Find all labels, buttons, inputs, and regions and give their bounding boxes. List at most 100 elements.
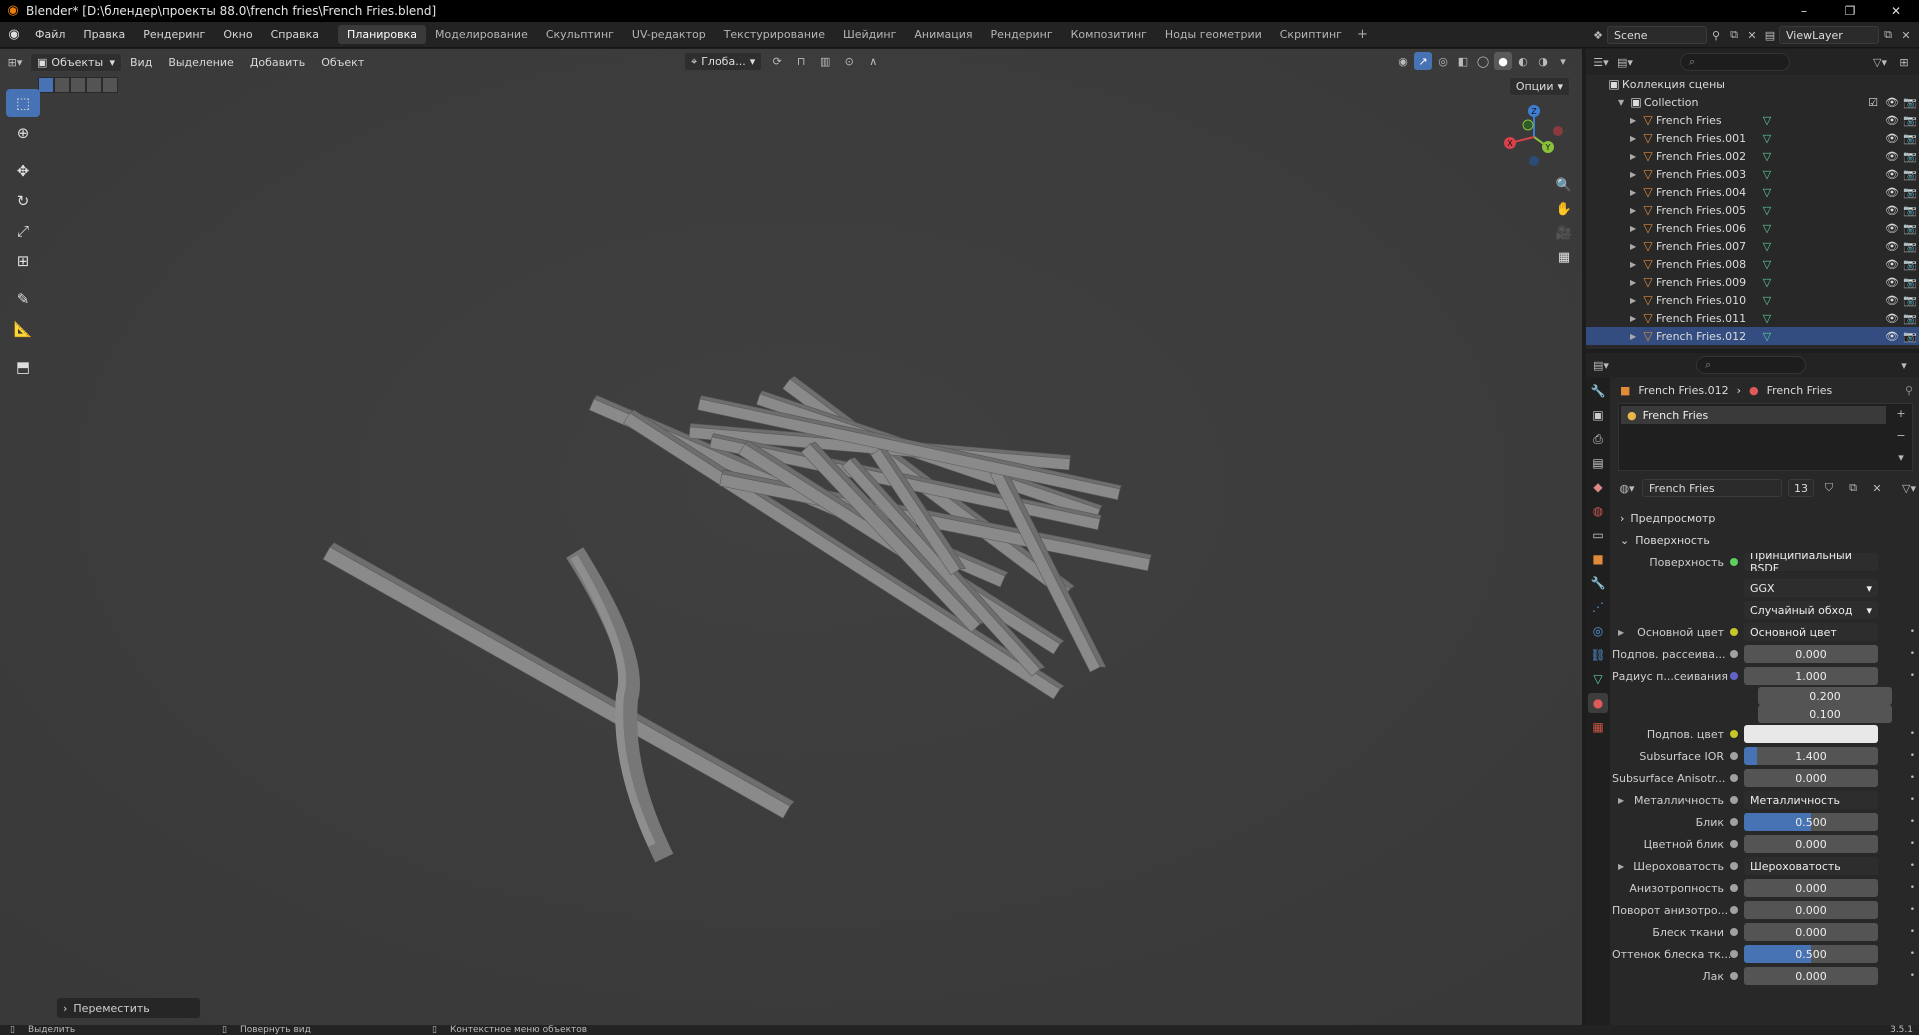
number-field[interactable]: 0.000 — [1744, 879, 1878, 897]
input-socket-icon[interactable] — [1730, 650, 1738, 658]
wireframe-shading-icon[interactable]: ◯ — [1474, 52, 1492, 70]
tab-texture-paint[interactable]: Текстурирование — [715, 25, 834, 44]
gizmo-toggle-icon[interactable]: ↗ — [1414, 52, 1432, 70]
eye-icon[interactable]: 👁 — [1885, 114, 1899, 127]
select-subtract-icon[interactable] — [70, 77, 86, 93]
animate-dot-icon[interactable]: • — [1910, 839, 1915, 849]
world-tab-icon[interactable]: ◍ — [1588, 501, 1608, 521]
pin-icon[interactable]: ⚲ — [1707, 26, 1725, 44]
number-field[interactable]: 0.000 — [1744, 769, 1878, 787]
number-field[interactable]: 0.000 — [1744, 645, 1878, 663]
tab-shading[interactable]: Шейдинг — [834, 25, 905, 44]
select-box-tool-icon[interactable]: ⬚ — [6, 89, 40, 117]
viewlayer-selector[interactable]: ViewLayer — [1779, 26, 1879, 44]
eye-icon[interactable]: 👁 — [1885, 168, 1899, 181]
camera-render-icon[interactable]: 📷 — [1903, 312, 1917, 325]
eye-icon[interactable]: 👁 — [1885, 330, 1899, 343]
menu-help[interactable]: Справка — [262, 28, 328, 41]
editor-type-icon[interactable]: ⊞▾ — [6, 53, 24, 71]
last-operator-panel[interactable]: › Переместить — [57, 998, 200, 1018]
measure-tool-icon[interactable]: 📐 — [6, 315, 40, 343]
input-socket-icon[interactable] — [1730, 818, 1738, 826]
snap-target-icon[interactable]: ▥ — [816, 53, 834, 71]
input-socket-icon[interactable] — [1730, 906, 1738, 914]
animate-dot-icon[interactable]: • — [1910, 649, 1915, 659]
physics-tab-icon[interactable]: ◎ — [1588, 621, 1608, 641]
display-mode-icon[interactable]: ▤▾ — [1616, 53, 1634, 71]
camera-render-icon[interactable]: 📷 — [1903, 96, 1917, 109]
eye-icon[interactable]: 👁 — [1885, 150, 1899, 163]
outliner-object-row[interactable]: ▶ ▽ French Fries.009 ▽ 👁 📷 — [1586, 273, 1919, 291]
input-socket-icon[interactable] — [1730, 796, 1738, 804]
add-workspace-button[interactable]: + — [1351, 27, 1374, 42]
outliner-object-row[interactable]: ▶ ▽ French Fries.002 ▽ 👁 📷 — [1586, 147, 1919, 165]
mesh-data-icon[interactable]: ▽ — [1760, 240, 1774, 253]
expand-right-icon[interactable]: ▶ — [1630, 224, 1640, 233]
data-tab-icon[interactable]: ▽ — [1588, 669, 1608, 689]
outliner-object-row[interactable]: ▶ ▽ French Fries.001 ▽ 👁 📷 — [1586, 129, 1919, 147]
animate-dot-icon[interactable]: • — [1910, 795, 1915, 805]
expand-down-icon[interactable]: ▼ — [1618, 98, 1628, 107]
overlay-toggle-icon[interactable]: ◎ — [1434, 52, 1452, 70]
expand-right-icon[interactable]: ▶ — [1630, 152, 1640, 161]
delete-viewlayer-icon[interactable]: ✕ — [1897, 26, 1915, 44]
3d-viewport[interactable]: ⊞▾ ▣ Объекты ▾ Вид Выделение Добавить Об… — [0, 49, 1582, 1025]
number-field[interactable]: 0.000 — [1744, 923, 1878, 941]
tab-uv-editing[interactable]: UV-редактор — [623, 25, 715, 44]
eye-icon[interactable]: 👁 — [1885, 96, 1899, 109]
outliner-object-row[interactable]: ▶ ▽ French Fries.005 ▽ 👁 📷 — [1586, 201, 1919, 219]
distribution-dropdown[interactable]: GGX ▾ — [1744, 579, 1878, 597]
rotate-tool-icon[interactable]: ↻ — [6, 187, 40, 215]
eye-icon[interactable]: 👁 — [1885, 204, 1899, 217]
move-tool-icon[interactable]: ✥ — [6, 157, 40, 185]
expand-right-icon[interactable]: ▶ — [1630, 332, 1640, 341]
camera-render-icon[interactable]: 📷 — [1903, 132, 1917, 145]
mesh-data-icon[interactable]: ▽ — [1760, 132, 1774, 145]
camera-render-icon[interactable]: 📷 — [1903, 240, 1917, 253]
maximize-button[interactable]: ❐ — [1827, 0, 1873, 22]
mesh-data-icon[interactable]: ▽ — [1760, 330, 1774, 343]
render-tab-icon[interactable]: ▣ — [1588, 405, 1608, 425]
tab-geometry-nodes[interactable]: Ноды геометрии — [1156, 25, 1271, 44]
mesh-data-icon[interactable]: ▽ — [1760, 294, 1774, 307]
constraints-tab-icon[interactable]: ⛓ — [1588, 645, 1608, 665]
tab-sculpting[interactable]: Скульптинг — [537, 25, 623, 44]
browse-material-icon[interactable]: ◍▾ — [1618, 479, 1636, 497]
outliner-object-row[interactable]: ▶ ▽ French Fries.004 ▽ 👁 📷 — [1586, 183, 1919, 201]
linked-input-field[interactable]: Основной цвет — [1744, 623, 1878, 641]
collection-tab-icon[interactable]: ▭ — [1588, 525, 1608, 545]
viewport-menu-view[interactable]: Вид — [122, 56, 160, 69]
expand-right-icon[interactable]: ▶ — [1618, 796, 1624, 805]
collection-row[interactable]: ▼ ▣ Collection ☑ 👁 📷 — [1586, 93, 1919, 111]
annotate-tool-icon[interactable]: ✎ — [6, 285, 40, 313]
material-tab-icon[interactable]: ● — [1588, 693, 1608, 713]
eye-icon[interactable]: 👁 — [1885, 276, 1899, 289]
viewport-menu-object[interactable]: Объект — [313, 56, 372, 69]
viewport-scene[interactable] — [0, 49, 1582, 1025]
mesh-data-icon[interactable]: ▽ — [1760, 150, 1774, 163]
pan-hand-icon[interactable]: ✋ — [1553, 198, 1575, 220]
animate-dot-icon[interactable]: • — [1910, 773, 1915, 783]
select-invert-icon[interactable] — [86, 77, 102, 93]
preview-panel-header[interactable]: › Предпросмотр — [1612, 507, 1919, 529]
blender-menu-icon[interactable]: ◉ — [2, 27, 26, 42]
new-scene-icon[interactable]: ⧉ — [1725, 26, 1743, 44]
eye-icon[interactable]: 👁 — [1885, 312, 1899, 325]
outliner-object-row[interactable]: ▶ ▽ French Fries.006 ▽ 👁 📷 — [1586, 219, 1919, 237]
particles-tab-icon[interactable]: ⋰ — [1588, 597, 1608, 617]
pin-icon[interactable]: ⚲ — [1905, 384, 1913, 397]
camera-render-icon[interactable]: 📷 — [1903, 222, 1917, 235]
scene-tab-icon[interactable]: ◆ — [1588, 477, 1608, 497]
new-collection-icon[interactable]: ⊞ — [1895, 53, 1913, 71]
surface-panel-header[interactable]: ⌄ Поверхность — [1612, 529, 1919, 551]
viewlayer-icon[interactable]: ▤ — [1761, 26, 1779, 44]
minimize-button[interactable]: – — [1781, 0, 1827, 22]
remove-slot-button[interactable]: − — [1892, 426, 1910, 444]
eye-icon[interactable]: 👁 — [1885, 222, 1899, 235]
transform-tool-icon[interactable]: ⊞ — [6, 247, 40, 275]
number-field[interactable]: 0.000 — [1744, 901, 1878, 919]
object-tab-icon[interactable]: ■ — [1588, 549, 1608, 569]
camera-render-icon[interactable]: 📷 — [1903, 330, 1917, 343]
outliner-editor-icon[interactable]: ☰▾ — [1592, 53, 1610, 71]
modifier-tab-icon[interactable]: 🔧 — [1588, 573, 1608, 593]
